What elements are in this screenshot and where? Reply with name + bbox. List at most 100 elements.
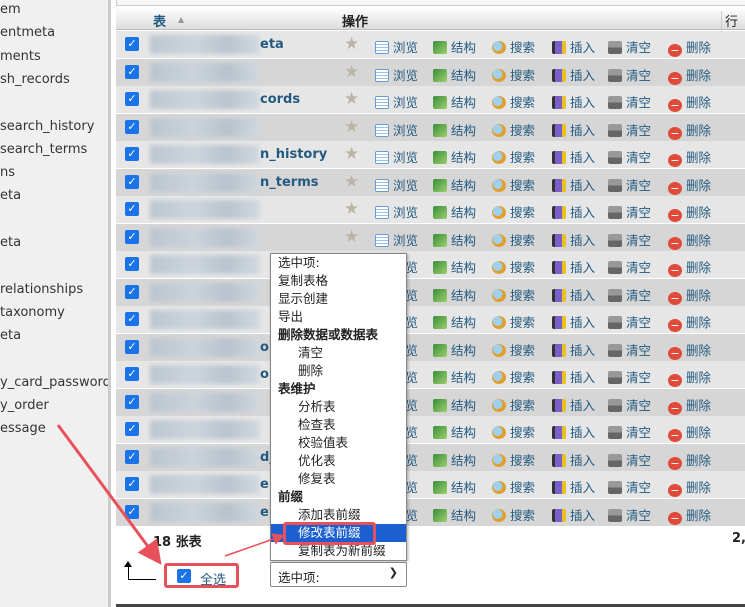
- row-checkbox[interactable]: ✓: [125, 92, 139, 106]
- row-checkbox[interactable]: ✓: [125, 257, 139, 271]
- select-all-label[interactable]: 全选: [200, 569, 226, 588]
- drop-action[interactable]: − 删除: [668, 422, 711, 442]
- drop-action[interactable]: − 删除: [668, 312, 711, 332]
- empty-action[interactable]: 清空: [608, 37, 651, 56]
- insert-action[interactable]: 插入: [552, 147, 595, 166]
- sidebar-table-item[interactable]: entmeta: [0, 25, 55, 41]
- structure-action[interactable]: 结构: [433, 395, 476, 414]
- browse-action[interactable]: 浏览: [375, 202, 418, 221]
- drop-action[interactable]: − 删除: [668, 367, 711, 387]
- structure-action[interactable]: 结构: [433, 65, 476, 84]
- star-icon[interactable]: ★: [344, 227, 359, 247]
- insert-action[interactable]: 插入: [552, 230, 595, 249]
- structure-action[interactable]: 结构: [433, 175, 476, 194]
- search-action[interactable]: 搜索: [492, 147, 535, 166]
- sidebar-table-item[interactable]: ments: [0, 49, 41, 65]
- row-checkbox[interactable]: ✓: [125, 147, 139, 161]
- sidebar-table-item[interactable]: eta: [0, 328, 21, 344]
- structure-action[interactable]: 结构: [433, 92, 476, 111]
- dropdown-option[interactable]: 删除: [271, 362, 406, 380]
- dropdown-option[interactable]: 检查表: [271, 416, 406, 434]
- empty-action[interactable]: 清空: [608, 257, 651, 276]
- drop-action[interactable]: − 删除: [668, 175, 711, 195]
- drop-action[interactable]: − 删除: [668, 65, 711, 85]
- structure-action[interactable]: 结构: [433, 477, 476, 496]
- sidebar-table-item[interactable]: eta: [0, 235, 21, 251]
- table-name-link[interactable]: eta: [260, 37, 284, 52]
- insert-action[interactable]: 插入: [552, 65, 595, 84]
- star-icon[interactable]: ★: [344, 199, 359, 219]
- sidebar-table-item[interactable]: sh_records: [0, 72, 70, 88]
- star-icon[interactable]: ★: [344, 117, 359, 137]
- table-name-link[interactable]: n_terms: [260, 175, 318, 190]
- drop-action[interactable]: − 删除: [668, 450, 711, 470]
- empty-action[interactable]: 清空: [608, 477, 651, 496]
- insert-action[interactable]: 插入: [552, 477, 595, 496]
- dropdown-option[interactable]: 清空: [271, 344, 406, 362]
- select-all-checkbox[interactable]: ✓ 全选: [164, 563, 239, 588]
- structure-action[interactable]: 结构: [433, 285, 476, 304]
- insert-action[interactable]: 插入: [552, 202, 595, 221]
- drop-action[interactable]: − 删除: [668, 477, 711, 497]
- row-checkbox[interactable]: ✓: [125, 284, 139, 299]
- insert-action[interactable]: 插入: [552, 92, 595, 111]
- structure-action[interactable]: 结构: [433, 257, 476, 276]
- drop-action[interactable]: − 删除: [668, 505, 711, 525]
- empty-action[interactable]: 清空: [608, 422, 651, 441]
- checkbox-checked-icon[interactable]: ✓: [177, 569, 191, 583]
- sidebar-table-item[interactable]: essage: [0, 421, 46, 437]
- row-checkbox[interactable]: ✓: [125, 394, 139, 409]
- browse-action[interactable]: 浏览: [375, 230, 418, 249]
- search-action[interactable]: 搜索: [492, 395, 535, 414]
- search-action[interactable]: 搜索: [492, 257, 535, 276]
- search-action[interactable]: 搜索: [492, 285, 535, 304]
- row-checkbox[interactable]: ✓: [125, 422, 139, 436]
- drop-action[interactable]: − 删除: [668, 37, 711, 57]
- dropdown-option[interactable]: 分析表: [271, 398, 406, 416]
- insert-action[interactable]: 插入: [552, 285, 595, 304]
- row-checkbox[interactable]: ✓: [125, 477, 139, 491]
- search-action[interactable]: 搜索: [492, 340, 535, 359]
- sidebar-table-item[interactable]: ns: [0, 165, 15, 181]
- column-table[interactable]: 表: [153, 11, 166, 30]
- bulk-action-dropdown-list[interactable]: 选中项: 复制表格 显示创建 导出 删除数据或数据表 清空 删除 表维护 分析表 检查表 校验值表优…: [270, 253, 407, 561]
- insert-action[interactable]: 插入: [552, 175, 595, 194]
- empty-action[interactable]: 清空: [608, 340, 651, 359]
- empty-action[interactable]: 清空: [608, 175, 651, 194]
- insert-action[interactable]: 插入: [552, 367, 595, 386]
- empty-action[interactable]: 清空: [608, 147, 651, 166]
- structure-action[interactable]: 结构: [433, 147, 476, 166]
- browse-action[interactable]: 浏览: [375, 175, 418, 194]
- drop-action[interactable]: − 删除: [668, 147, 711, 167]
- row-checkbox[interactable]: ✓: [125, 202, 139, 216]
- sidebar-table-item[interactable]: taxonomy: [0, 305, 65, 321]
- row-checkbox[interactable]: ✓: [125, 174, 139, 189]
- star-icon[interactable]: ★: [344, 144, 359, 164]
- search-action[interactable]: 搜索: [492, 450, 535, 469]
- insert-action[interactable]: 插入: [552, 37, 595, 56]
- row-checkbox[interactable]: ✓: [125, 449, 139, 464]
- drop-action[interactable]: − 删除: [668, 340, 711, 360]
- browse-action[interactable]: 浏览: [375, 147, 418, 166]
- structure-action[interactable]: 结构: [433, 422, 476, 441]
- dropdown-option[interactable]: 选中项:: [271, 254, 406, 272]
- star-icon[interactable]: ★: [344, 62, 359, 82]
- dropdown-option[interactable]: 优化表: [271, 452, 406, 470]
- drop-action[interactable]: − 删除: [668, 257, 711, 277]
- search-action[interactable]: 搜索: [492, 65, 535, 84]
- search-action[interactable]: 搜索: [492, 37, 535, 56]
- insert-action[interactable]: 插入: [552, 340, 595, 359]
- empty-action[interactable]: 清空: [608, 312, 651, 331]
- empty-action[interactable]: 清空: [608, 450, 651, 469]
- empty-action[interactable]: 清空: [608, 120, 651, 139]
- row-checkbox[interactable]: ✓: [125, 312, 139, 326]
- empty-action[interactable]: 清空: [608, 395, 651, 414]
- search-action[interactable]: 搜索: [492, 312, 535, 331]
- drop-action[interactable]: − 删除: [668, 202, 711, 222]
- table-name-link[interactable]: n_history: [260, 147, 327, 162]
- row-checkbox[interactable]: ✓: [125, 339, 139, 354]
- search-action[interactable]: 搜索: [492, 202, 535, 221]
- sidebar-table-item[interactable]: em: [0, 2, 21, 18]
- dropdown-option[interactable]: 显示创建: [271, 290, 406, 308]
- empty-action[interactable]: 清空: [608, 230, 651, 249]
